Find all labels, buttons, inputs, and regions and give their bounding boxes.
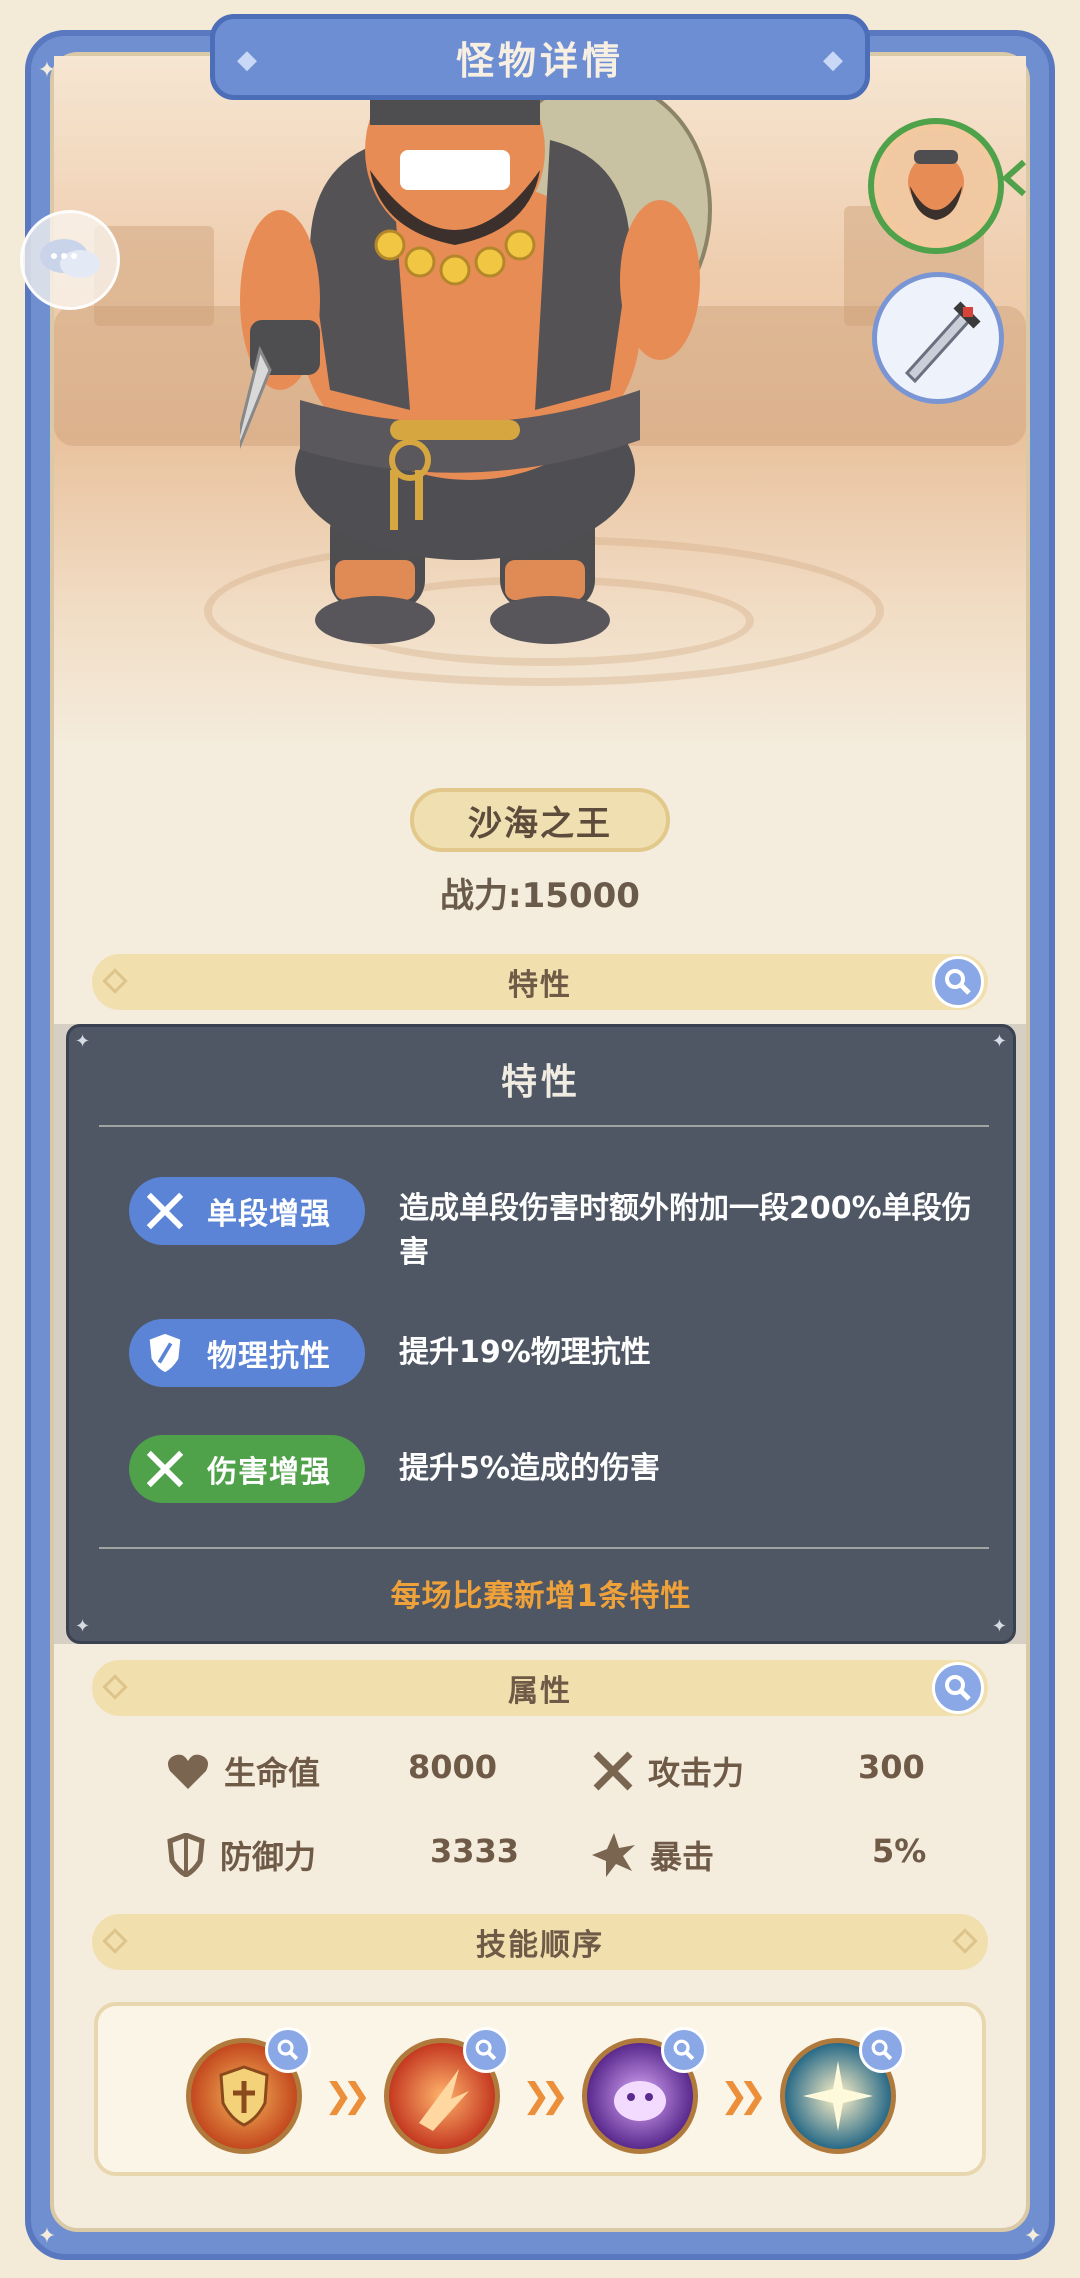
shield-sword-icon xyxy=(149,1333,181,1373)
bar-diamond-icon xyxy=(102,1674,128,1700)
title-banner: ◆ 怪物详情 ◆ xyxy=(210,14,870,100)
crossed-swords-icon xyxy=(146,1450,184,1488)
search-icon xyxy=(945,969,971,995)
search-icon xyxy=(945,1675,971,1701)
attr-attack: 攻击力 xyxy=(592,1748,744,1794)
skill-order-section-title: 技能顺序 xyxy=(476,1928,604,1963)
traits-section-bar: 特性 xyxy=(92,954,988,1010)
skill-slot-4[interactable] xyxy=(780,2027,905,2154)
trait-name: 单段增强 xyxy=(207,1197,331,1232)
attr-value: 8000 xyxy=(408,1748,498,1786)
corner-ornament-icon: ✦ xyxy=(1023,2224,1043,2249)
trait-badge-3[interactable]: 伤害增强 xyxy=(129,1435,365,1503)
attributes-section-bar: 属性 xyxy=(92,1660,988,1716)
skill-info-button[interactable] xyxy=(265,2027,311,2073)
bar-diamond-icon xyxy=(952,1928,978,1954)
next-arrow-icon: ❯❯ xyxy=(522,2076,569,2116)
traits-info-button[interactable] xyxy=(932,956,984,1008)
popup-footer-note: 每场比赛新增1条特性 xyxy=(390,1579,692,1614)
chat-icon xyxy=(40,239,100,278)
trait-description: 提升5%造成的伤害 xyxy=(399,1451,660,1486)
attr-label: 暴击 xyxy=(650,1838,715,1876)
attributes-section-title: 属性 xyxy=(508,1674,572,1709)
skill-info-button[interactable] xyxy=(463,2027,509,2073)
banner-diamond-icon: ◆ xyxy=(237,45,257,75)
shield-icon xyxy=(167,1833,205,1877)
weapon-slot-button[interactable] xyxy=(872,272,1004,404)
corner-ornament-icon: ✦ xyxy=(37,2224,57,2249)
banner-diamond-icon: ◆ xyxy=(823,45,843,75)
collapse-arrow-icon[interactable] xyxy=(998,158,1034,198)
sword-icon xyxy=(904,301,981,384)
next-arrow-icon: ❯❯ xyxy=(324,2076,371,2116)
trait-name: 物理抗性 xyxy=(207,1339,331,1374)
monster-illustration xyxy=(240,37,712,644)
attr-label: 防御力 xyxy=(220,1838,317,1876)
attr-defense-value: 3333 xyxy=(430,1832,519,1870)
attr-value: 3333 xyxy=(430,1832,520,1870)
attr-label: 生命值 xyxy=(224,1754,321,1792)
popup-title: 特性 xyxy=(500,1062,581,1103)
attr-value: 300 xyxy=(858,1748,925,1786)
attr-label: 攻击力 xyxy=(648,1754,745,1792)
bar-diamond-icon xyxy=(102,968,128,994)
search-icon xyxy=(475,2039,497,2061)
skill-slot-1[interactable] xyxy=(186,2027,311,2154)
skill-info-button[interactable] xyxy=(661,2027,707,2073)
attr-attack-value: 300 xyxy=(858,1748,925,1786)
trait-description: 提升19%物理抗性 xyxy=(399,1335,651,1370)
heart-icon xyxy=(168,1754,208,1789)
search-icon xyxy=(673,2039,695,2061)
skill-slot-2[interactable] xyxy=(384,2027,509,2154)
monster-face-icon xyxy=(880,130,992,242)
traits-popup: ✦ ✦ ✦ ✦ 特性 单段增强 造成单段伤害时额外附加一段200%单段伤害 物理… xyxy=(66,1024,1016,1644)
bar-diamond-icon xyxy=(102,1928,128,1954)
skill-order-section-bar: 技能顺序 xyxy=(92,1914,988,1970)
monster-detail-screen: ✦ ✦ ✦ ◆ 怪物详情 ◆ 沙海之王 战力:15000 特性 属性 生命值 8… xyxy=(0,0,1080,2278)
search-icon xyxy=(277,2039,299,2061)
divider xyxy=(99,1125,989,1127)
divider xyxy=(99,1547,989,1549)
star-burst-icon xyxy=(592,1833,635,1877)
trait-badge-1[interactable]: 单段增强 xyxy=(129,1177,365,1245)
attr-hp: 生命值 xyxy=(166,1748,320,1794)
trait-description: 造成单段伤害时额外附加一段200%单段伤害 xyxy=(399,1191,972,1270)
next-arrow-icon: ❯❯ xyxy=(720,2076,767,2116)
monster-portrait-button[interactable] xyxy=(868,118,1004,254)
search-icon xyxy=(871,2039,893,2061)
attr-hp-value: 8000 xyxy=(408,1748,497,1786)
corner-ornament-icon: ✦ xyxy=(75,1031,91,1052)
skill-slot-3[interactable] xyxy=(582,2027,707,2154)
crossed-swords-icon xyxy=(146,1192,184,1230)
trait-badge-2[interactable]: 物理抗性 xyxy=(129,1319,365,1387)
attr-crit-value: 5% xyxy=(872,1832,926,1870)
traits-section-title: 特性 xyxy=(508,968,572,1003)
skill-order-panel: ❯❯ ❯❯ ❯❯ xyxy=(94,2002,986,2176)
corner-ornament-icon: ✦ xyxy=(991,1031,1007,1052)
corner-ornament-icon: ✦ xyxy=(75,1616,91,1637)
crossed-swords-icon xyxy=(593,1751,633,1791)
skill-info-button[interactable] xyxy=(859,2027,905,2073)
trait-name: 伤害增强 xyxy=(207,1455,331,1490)
combat-power: 战力:15000 xyxy=(440,876,640,916)
chat-button[interactable] xyxy=(20,210,120,310)
page-title: 怪物详情 xyxy=(455,38,624,83)
corner-ornament-icon: ✦ xyxy=(991,1616,1007,1637)
attr-crit: 暴击 xyxy=(592,1832,714,1878)
attr-defense: 防御力 xyxy=(166,1832,316,1878)
attr-value: 5% xyxy=(872,1832,927,1870)
monster-name-plate: 沙海之王 xyxy=(410,788,670,852)
attributes-info-button[interactable] xyxy=(932,1662,984,1714)
monster-name: 沙海之王 xyxy=(468,803,612,844)
